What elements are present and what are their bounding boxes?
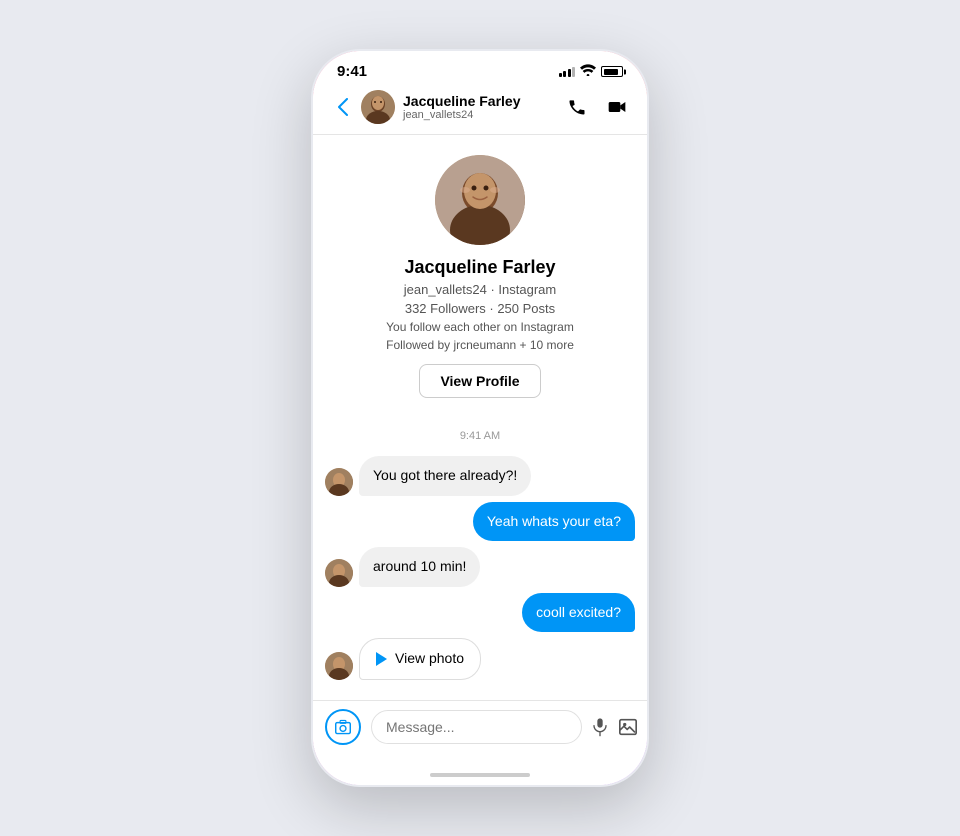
message-input-bar bbox=[313, 700, 647, 765]
status-bar: 9:41 bbox=[313, 51, 647, 84]
message-row: Yeah whats your eta? bbox=[325, 502, 635, 542]
message-avatar bbox=[325, 468, 353, 496]
voice-call-button[interactable] bbox=[563, 93, 591, 121]
message-input[interactable] bbox=[371, 710, 582, 744]
profile-follow-status: You follow each other on Instagram bbox=[386, 320, 574, 334]
message-row: View photo bbox=[325, 638, 635, 680]
microphone-button[interactable] bbox=[592, 713, 608, 741]
message-avatar bbox=[325, 559, 353, 587]
play-icon bbox=[376, 652, 387, 666]
message-row: You got there already?! bbox=[325, 456, 635, 496]
view-profile-button[interactable]: View Profile bbox=[419, 364, 540, 398]
wifi-icon bbox=[580, 64, 596, 79]
profile-stats: 332 Followers · 250 Posts bbox=[405, 301, 555, 316]
bubble-received-1: You got there already?! bbox=[359, 456, 531, 496]
profile-avatar-large bbox=[435, 155, 525, 245]
message-row: cooll excited? bbox=[325, 593, 635, 633]
nav-actions bbox=[563, 93, 631, 121]
home-indicator bbox=[313, 765, 647, 785]
bubble-view-photo[interactable]: View photo bbox=[359, 638, 481, 680]
phone-inner: 9:41 bbox=[313, 51, 647, 785]
image-button[interactable] bbox=[618, 713, 638, 741]
bubble-sent-1: Yeah whats your eta? bbox=[473, 502, 635, 542]
chat-area: Jacqueline Farley jean_vallets24 · Insta… bbox=[313, 135, 647, 700]
back-button[interactable] bbox=[329, 93, 357, 121]
nav-bar: Jacqueline Farley jean_vallets24 bbox=[313, 84, 647, 135]
status-time: 9:41 bbox=[337, 63, 367, 80]
nav-handle: jean_vallets24 bbox=[403, 109, 521, 121]
messages-section: 9:41 AM You got there already?! Yeah wha bbox=[313, 414, 647, 696]
message-row: around 10 min! bbox=[325, 547, 635, 587]
home-bar bbox=[430, 773, 530, 777]
message-avatar bbox=[325, 652, 353, 680]
profile-handle-instagram: jean_vallets24 · Instagram bbox=[404, 282, 556, 297]
battery-icon bbox=[601, 66, 623, 77]
signal-icon bbox=[559, 67, 576, 77]
nav-username: Jacqueline Farley bbox=[403, 93, 521, 109]
nav-avatar bbox=[361, 90, 395, 124]
profile-name: Jacqueline Farley bbox=[404, 257, 555, 278]
view-photo-label: View photo bbox=[395, 649, 464, 669]
nav-user-info[interactable]: Jacqueline Farley jean_vallets24 bbox=[361, 90, 563, 124]
video-call-button[interactable] bbox=[603, 93, 631, 121]
profile-followed-by: Followed by jrcneumann + 10 more bbox=[386, 338, 574, 352]
camera-button[interactable] bbox=[325, 709, 361, 745]
profile-section: Jacqueline Farley jean_vallets24 · Insta… bbox=[313, 135, 647, 414]
phone-frame: 9:41 bbox=[310, 48, 650, 788]
bubble-received-2: around 10 min! bbox=[359, 547, 480, 587]
bubble-sent-2: cooll excited? bbox=[522, 593, 635, 633]
status-icons bbox=[559, 64, 624, 79]
timestamp-divider: 9:41 AM bbox=[325, 430, 635, 442]
nav-user-text: Jacqueline Farley jean_vallets24 bbox=[403, 93, 521, 121]
